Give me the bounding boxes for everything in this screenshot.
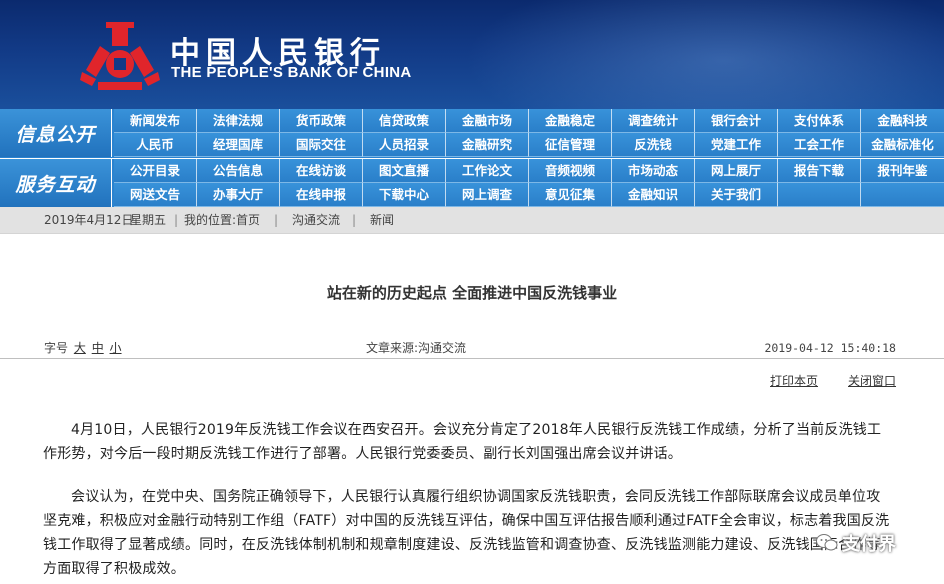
nav-info-item-17[interactable]: 党建工作 — [695, 133, 778, 157]
print-page-link[interactable]: 打印本页 — [770, 372, 818, 389]
header-glow — [464, 0, 944, 109]
nav-grid-info: 新闻发布 法律法规 货币政策 信贷政策 金融市场 金融稳定 调查统计 银行会计 支付体系 金融科技… — [114, 109, 944, 157]
nav-block-service: 服务互动 公开目录 公告信息 在线访谈 图文直播 工作论文 音频视频 市场动态 网上展厅 报告下… — [0, 158, 944, 207]
font-medium-link[interactable]: 中 — [92, 341, 104, 355]
article-datetime: 2019-04-12 15:40:18 — [764, 341, 896, 355]
font-large-link[interactable]: 大 — [74, 341, 86, 355]
nav-service-item-8[interactable]: 报告下载 — [778, 159, 861, 183]
breadcrumb-separator: | — [352, 213, 357, 227]
nav-grid-service: 公开目录 公告信息 在线访谈 图文直播 工作论文 音频视频 市场动态 网上展厅 报告下载 报刊年鉴… — [114, 159, 944, 207]
watermark: 支付界 — [816, 530, 896, 556]
breadcrumb-separator: | — [274, 213, 279, 227]
article-title: 站在新的历史起点 全面推进中国反洗钱事业 — [326, 284, 618, 302]
nav-info-item-2[interactable]: 货币政策 — [280, 109, 363, 133]
breadcrumb-level2-link[interactable]: 沟通交流 — [292, 207, 340, 234]
watermark-text: 支付界 — [842, 534, 896, 555]
current-weekday: 星期五 — [130, 213, 167, 227]
current-date: 2019年4月12日 — [44, 213, 134, 227]
breadcrumb-home-link[interactable]: 我的位置:首页 — [184, 207, 260, 234]
nav-info-item-0[interactable]: 新闻发布 — [114, 109, 197, 133]
nav-info-item-19[interactable]: 金融标准化 — [861, 133, 944, 157]
nav-info-item-5[interactable]: 金融稳定 — [529, 109, 612, 133]
nav-service-item-7[interactable]: 网上展厅 — [695, 159, 778, 183]
nav-info-item-18[interactable]: 工会工作 — [778, 133, 861, 157]
nav-service-item-4[interactable]: 工作论文 — [446, 159, 529, 183]
nav-info-item-15[interactable]: 征信管理 — [529, 133, 612, 157]
close-window-link[interactable]: 关闭窗口 — [848, 372, 896, 389]
nav-service-item-16[interactable]: 金融知识 — [612, 183, 695, 207]
breadcrumb: 2019年4月12日 星期五 | 我的位置:首页 | 沟通交流 | 新闻 — [0, 207, 944, 234]
nav-info-item-6[interactable]: 调查统计 — [612, 109, 695, 133]
main-navigation: 信息公开 新闻发布 法律法规 货币政策 信贷政策 金融市场 金融稳定 调查统计 银行会计 支付体… — [0, 109, 944, 207]
nav-service-item-15[interactable]: 意见征集 — [529, 183, 612, 207]
nav-info-item-9[interactable]: 金融科技 — [861, 109, 944, 133]
nav-info-item-7[interactable]: 银行会计 — [695, 109, 778, 133]
font-size-controls: 字号 大 中 小 — [44, 337, 122, 359]
nav-info-item-12[interactable]: 国际交往 — [280, 133, 363, 157]
nav-service-item-6[interactable]: 市场动态 — [612, 159, 695, 183]
breadcrumb-separator: | — [174, 213, 179, 227]
nav-service-item-9[interactable]: 报刊年鉴 — [861, 159, 944, 183]
nav-title-info-disclosure[interactable]: 信息公开 — [0, 109, 112, 157]
nav-service-item-12[interactable]: 在线申报 — [280, 183, 363, 207]
article-meta: 字号 大 中 小 文章来源:沟通交流 2019-04-12 15:40:18 — [0, 337, 944, 359]
nav-service-item-2[interactable]: 在线访谈 — [280, 159, 363, 183]
nav-service-item-18 — [778, 183, 861, 207]
nav-service-item-1[interactable]: 公告信息 — [197, 159, 280, 183]
nav-info-item-14[interactable]: 金融研究 — [446, 133, 529, 157]
nav-info-item-10[interactable]: 人民币 — [114, 133, 197, 157]
font-small-link[interactable]: 小 — [110, 341, 122, 355]
nav-info-item-1[interactable]: 法律法规 — [197, 109, 280, 133]
nav-service-item-5[interactable]: 音频视频 — [529, 159, 612, 183]
nav-service-item-14[interactable]: 网上调查 — [446, 183, 529, 207]
nav-info-item-3[interactable]: 信贷政策 — [363, 109, 446, 133]
nav-service-item-19 — [861, 183, 944, 207]
nav-info-item-4[interactable]: 金融市场 — [446, 109, 529, 133]
font-size-label: 字号 — [44, 341, 69, 355]
nav-block-info: 信息公开 新闻发布 法律法规 货币政策 信贷政策 金融市场 金融稳定 调查统计 银行会计 支付体… — [0, 109, 944, 158]
article-paragraph-1: 4月10日，人民银行2019年反洗钱工作会议在西安召开。会议充分肯定了2018年… — [43, 422, 882, 462]
chat-bubble-icon — [816, 534, 838, 551]
pboc-logo-icon[interactable] — [80, 20, 160, 92]
nav-service-item-0[interactable]: 公开目录 — [114, 159, 197, 183]
article-source: 文章来源:沟通交流 — [366, 341, 467, 355]
nav-info-item-8[interactable]: 支付体系 — [778, 109, 861, 133]
nav-service-item-11[interactable]: 办事大厅 — [197, 183, 280, 207]
breadcrumb-level3-link[interactable]: 新闻 — [370, 207, 394, 234]
nav-service-item-17[interactable]: 关于我们 — [695, 183, 778, 207]
nav-info-item-11[interactable]: 经理国库 — [197, 133, 280, 157]
nav-service-item-13[interactable]: 下载中心 — [363, 183, 446, 207]
nav-info-item-13[interactable]: 人员招录 — [363, 133, 446, 157]
article-paragraph-2: 会议认为，在党中央、国务院正确领导下，人民银行认真履行组织协调国家反洗钱职责，会… — [43, 489, 890, 577]
nav-info-item-16[interactable]: 反洗钱 — [612, 133, 695, 157]
nav-title-service-interaction[interactable]: 服务互动 — [0, 159, 112, 207]
bank-name-en: THE PEOPLE'S BANK OF CHINA — [171, 64, 412, 81]
nav-service-item-3[interactable]: 图文直播 — [363, 159, 446, 183]
site-header: 中国人民银行 THE PEOPLE'S BANK OF CHINA — [0, 0, 944, 109]
nav-service-item-10[interactable]: 网送文告 — [114, 183, 197, 207]
